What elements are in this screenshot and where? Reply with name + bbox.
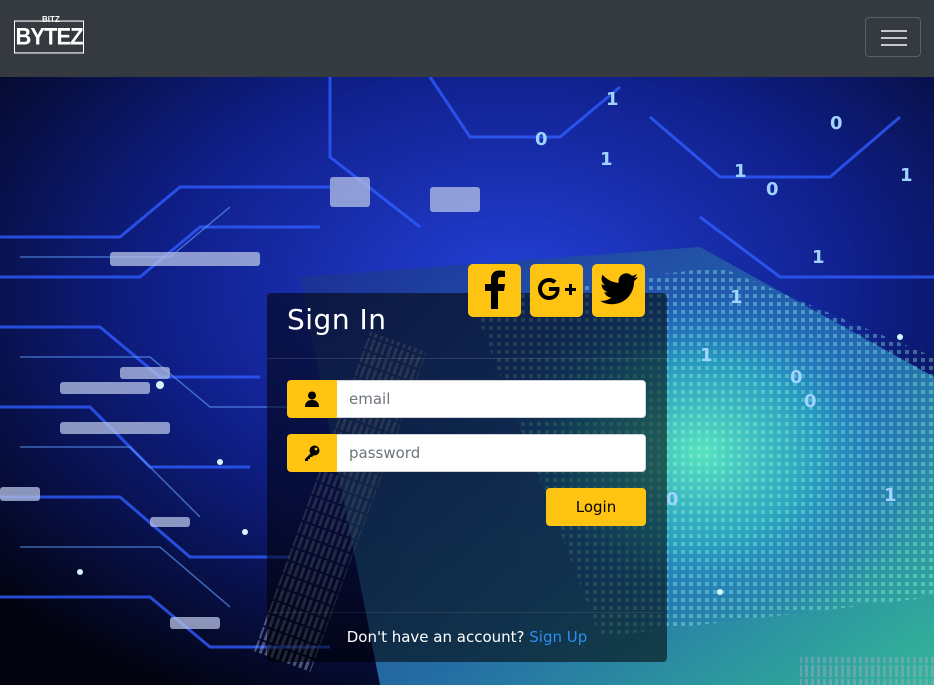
svg-text:1: 1 bbox=[606, 89, 619, 110]
svg-text:0: 0 bbox=[830, 113, 843, 134]
svg-text:1: 1 bbox=[730, 287, 743, 308]
svg-text:0: 0 bbox=[766, 179, 779, 200]
key-icon bbox=[287, 434, 337, 472]
brand-logo[interactable]: BITZ BYTEZ bbox=[14, 15, 84, 54]
password-input-group bbox=[287, 434, 646, 472]
twitter-icon bbox=[599, 272, 638, 309]
svg-text:0: 0 bbox=[535, 129, 548, 150]
login-button[interactable]: Login bbox=[546, 488, 646, 526]
google-plus-button[interactable] bbox=[530, 264, 583, 317]
facebook-icon bbox=[478, 269, 512, 313]
svg-text:0: 0 bbox=[666, 489, 679, 510]
twitter-button[interactable] bbox=[592, 264, 645, 317]
email-input-group bbox=[287, 380, 646, 418]
email-input[interactable] bbox=[337, 380, 646, 418]
sign-in-title: Sign In bbox=[287, 303, 387, 336]
card-footer: Don't have an account? Sign Up bbox=[267, 612, 667, 662]
facebook-button[interactable] bbox=[468, 264, 521, 317]
svg-text:0: 0 bbox=[790, 367, 803, 388]
svg-text:1: 1 bbox=[884, 485, 897, 506]
svg-text:1: 1 bbox=[900, 165, 913, 186]
svg-text:0: 0 bbox=[804, 391, 817, 412]
navbar: BITZ BYTEZ bbox=[0, 0, 934, 77]
user-icon bbox=[287, 380, 337, 418]
svg-text:1: 1 bbox=[600, 149, 613, 170]
svg-text:1: 1 bbox=[734, 161, 747, 182]
svg-text:1: 1 bbox=[700, 345, 713, 366]
card-header: Sign In bbox=[267, 264, 667, 359]
google-plus-icon bbox=[536, 275, 578, 307]
navbar-toggler-button[interactable] bbox=[865, 17, 921, 57]
brand-logo-text: BYTEZ bbox=[14, 20, 84, 54]
password-input[interactable] bbox=[337, 434, 646, 472]
no-account-text: Don't have an account? bbox=[346, 628, 525, 646]
svg-text:1: 1 bbox=[812, 247, 825, 268]
sign-in-card: Sign In email Login Don't have an accoun… bbox=[267, 264, 667, 662]
sign-up-link[interactable]: Sign Up bbox=[529, 628, 587, 646]
